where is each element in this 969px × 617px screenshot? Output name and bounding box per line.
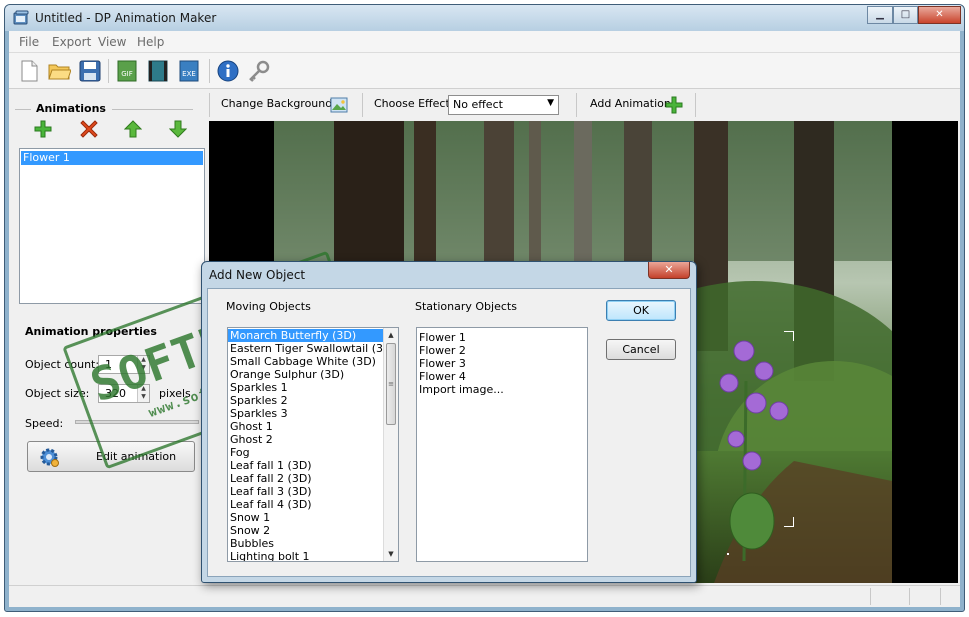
- app-icon: [13, 10, 29, 25]
- add-icon[interactable]: [34, 120, 52, 138]
- list-item[interactable]: Leaf fall 2 (3D): [228, 472, 383, 485]
- gear-icon: [40, 448, 59, 467]
- separator: [576, 93, 577, 117]
- menu-export[interactable]: Export: [52, 35, 91, 49]
- list-item[interactable]: Sparkles 2: [228, 394, 383, 407]
- window-title: Untitled - DP Animation Maker: [35, 11, 217, 25]
- stationary-objects-list[interactable]: Flower 1 Flower 2 Flower 3 Flower 4 Import i…: [416, 327, 588, 562]
- list-item[interactable]: Fog: [228, 446, 383, 459]
- list-item[interactable]: Snow 2: [228, 524, 383, 537]
- new-file-icon[interactable]: [17, 59, 41, 83]
- list-item[interactable]: Leaf fall 4 (3D): [228, 498, 383, 511]
- status-bar: [9, 585, 960, 607]
- delete-icon[interactable]: [80, 120, 98, 138]
- menu-help[interactable]: Help: [137, 35, 164, 49]
- moving-objects-list[interactable]: Monarch Butterfly (3D) Eastern Tiger Swal…: [227, 327, 399, 562]
- add-new-object-dialog: Add New Object ✕ Moving Objects Stationa…: [201, 261, 697, 583]
- menu-view[interactable]: View: [98, 35, 126, 49]
- list-item[interactable]: Lighting bolt 1: [228, 550, 383, 561]
- list-item[interactable]: Bubbles: [228, 537, 383, 550]
- minimize-button[interactable]: ▁: [867, 6, 893, 24]
- speed-label: Speed:: [25, 417, 64, 430]
- options-bar: Change Background Choose Effect: No effe…: [209, 90, 960, 121]
- list-item[interactable]: Ghost 2: [228, 433, 383, 446]
- dialog-body: Moving Objects Stationary Objects Monarc…: [207, 288, 691, 577]
- export-gif-icon[interactable]: GIF: [115, 59, 139, 83]
- animations-list[interactable]: Flower 1: [19, 148, 205, 304]
- key-icon[interactable]: [247, 59, 271, 83]
- list-item[interactable]: Ghost 1: [228, 420, 383, 433]
- moving-objects-scrollbar[interactable]: ▲ ≡ ▼: [383, 328, 398, 561]
- list-item[interactable]: Small Cabbage White (3D): [228, 355, 383, 368]
- heading-rule: [15, 109, 31, 110]
- scrollbar-thumb[interactable]: ≡: [386, 343, 396, 425]
- effect-select[interactable]: No effect ▼: [448, 95, 559, 115]
- separator: [362, 93, 363, 117]
- list-item[interactable]: Flower 2: [417, 344, 587, 357]
- svg-text:GIF: GIF: [121, 70, 133, 78]
- moving-objects-items: Monarch Butterfly (3D) Eastern Tiger Swal…: [228, 329, 396, 561]
- toolbar-separator: [108, 59, 109, 83]
- toolbar: GIF EXE: [9, 53, 960, 89]
- list-item[interactable]: Import image...: [417, 383, 587, 396]
- choose-effect-label: Choose Effect:: [374, 97, 454, 110]
- menu-bar: File Export View Help: [9, 31, 960, 53]
- title-bar[interactable]: Untitled - DP Animation Maker ▁ □ ✕: [5, 5, 964, 31]
- list-item[interactable]: Sparkles 1: [228, 381, 383, 394]
- separator: [209, 93, 210, 117]
- move-down-icon[interactable]: [169, 120, 187, 138]
- menu-file[interactable]: File: [19, 35, 39, 49]
- ok-button[interactable]: OK: [606, 300, 676, 321]
- add-animation-label[interactable]: Add Animation: [590, 97, 671, 110]
- export-exe-icon[interactable]: EXE: [177, 59, 201, 83]
- list-item[interactable]: Flower 1: [21, 151, 203, 165]
- status-cell: [940, 588, 941, 605]
- save-icon[interactable]: [78, 59, 102, 83]
- moving-objects-label: Moving Objects: [226, 300, 311, 313]
- list-item[interactable]: Flower 1: [417, 331, 587, 344]
- status-cell: [870, 588, 871, 605]
- svg-text:EXE: EXE: [182, 70, 196, 78]
- list-item[interactable]: Flower 3: [417, 357, 587, 370]
- heading-rule: [112, 109, 193, 110]
- animations-heading: Animations: [36, 102, 106, 115]
- change-background-label[interactable]: Change Background: [221, 97, 332, 110]
- export-video-icon[interactable]: [146, 59, 170, 83]
- separator: [695, 93, 696, 117]
- list-item[interactable]: Flower 4: [417, 370, 587, 383]
- dialog-title: Add New Object: [209, 268, 306, 282]
- list-item[interactable]: Leaf fall 3 (3D): [228, 485, 383, 498]
- toolbar-separator: [209, 59, 210, 83]
- dialog-close-button[interactable]: ✕: [648, 262, 690, 279]
- maximize-button[interactable]: □: [893, 6, 918, 24]
- scroll-up-icon[interactable]: ▲: [384, 328, 398, 342]
- scroll-down-icon[interactable]: ▼: [384, 547, 398, 561]
- add-animation-icon[interactable]: [665, 96, 683, 114]
- list-item[interactable]: Snow 1: [228, 511, 383, 524]
- selection-handle[interactable]: [784, 517, 794, 527]
- change-background-icon[interactable]: [330, 96, 348, 114]
- close-button[interactable]: ✕: [918, 6, 961, 24]
- list-item[interactable]: Eastern Tiger Swallowtail (3D): [228, 342, 396, 355]
- stationary-objects-label: Stationary Objects: [415, 300, 517, 313]
- info-icon[interactable]: [216, 59, 240, 83]
- stationary-objects-items: Flower 1 Flower 2 Flower 3 Flower 4 Import i…: [417, 331, 587, 396]
- cancel-button[interactable]: Cancel: [606, 339, 676, 360]
- list-item[interactable]: Leaf fall 1 (3D): [228, 459, 383, 472]
- selection-handle[interactable]: [784, 331, 794, 341]
- list-item[interactable]: Orange Sulphur (3D): [228, 368, 383, 381]
- list-item[interactable]: Monarch Butterfly (3D): [228, 329, 383, 342]
- list-item[interactable]: Sparkles 3: [228, 407, 383, 420]
- status-cell: [909, 588, 910, 605]
- move-up-icon[interactable]: [124, 120, 142, 138]
- open-folder-icon[interactable]: [47, 59, 71, 83]
- chevron-down-icon: ▼: [547, 98, 554, 108]
- effect-select-value: No effect: [453, 98, 503, 111]
